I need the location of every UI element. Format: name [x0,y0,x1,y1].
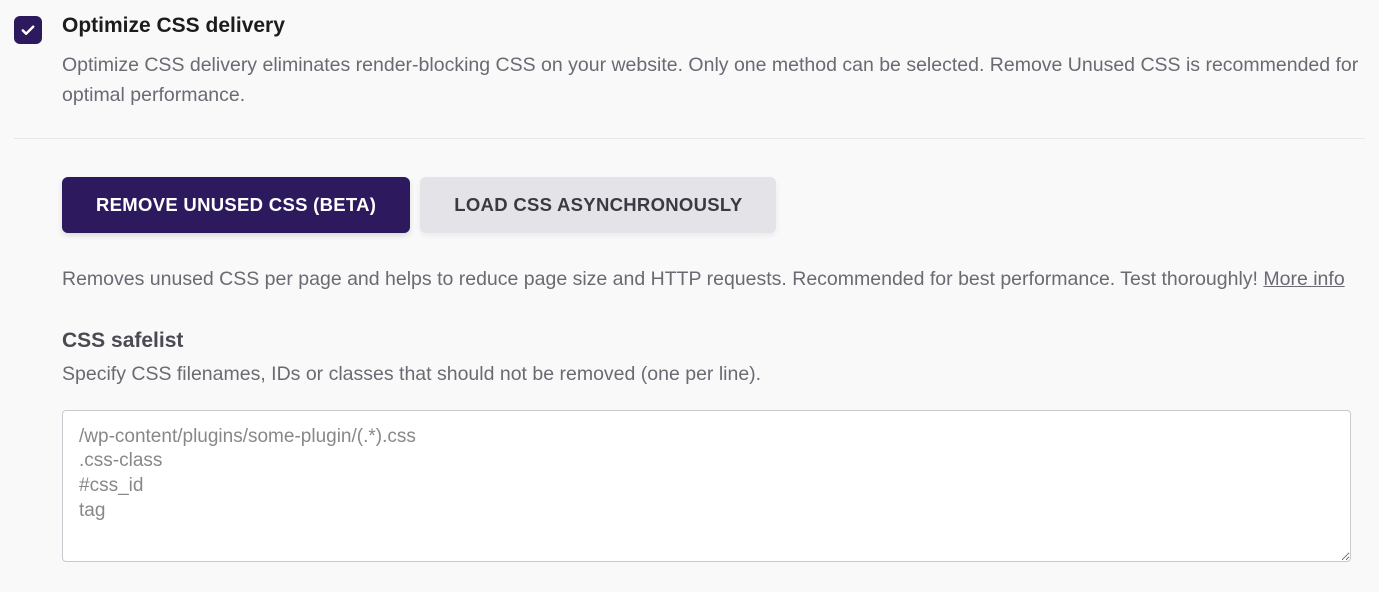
remove-unused-help-text: Removes unused CSS per page and helps to… [62,265,1365,294]
optimize-css-option: Optimize CSS delivery Optimize CSS deliv… [14,14,1365,139]
css-safelist-description: Specify CSS filenames, IDs or classes th… [62,363,1365,386]
remove-unused-css-button[interactable]: REMOVE UNUSED CSS (BETA) [62,177,410,233]
option-description: Optimize CSS delivery eliminates render-… [62,50,1365,110]
checkmark-icon [19,21,37,39]
help-text-body: Removes unused CSS per page and helps to… [62,268,1263,290]
more-info-link[interactable]: More info [1263,268,1344,290]
option-text-block: Optimize CSS delivery Optimize CSS deliv… [62,14,1365,110]
optimize-css-checkbox[interactable] [14,16,42,44]
css-safelist-title: CSS safelist [62,329,1365,353]
css-method-buttons: REMOVE UNUSED CSS (BETA) LOAD CSS ASYNCH… [62,177,1365,233]
load-css-async-button[interactable]: LOAD CSS ASYNCHRONOUSLY [420,177,776,233]
option-title: Optimize CSS delivery [62,14,1365,38]
css-safelist-textarea[interactable] [62,410,1351,562]
